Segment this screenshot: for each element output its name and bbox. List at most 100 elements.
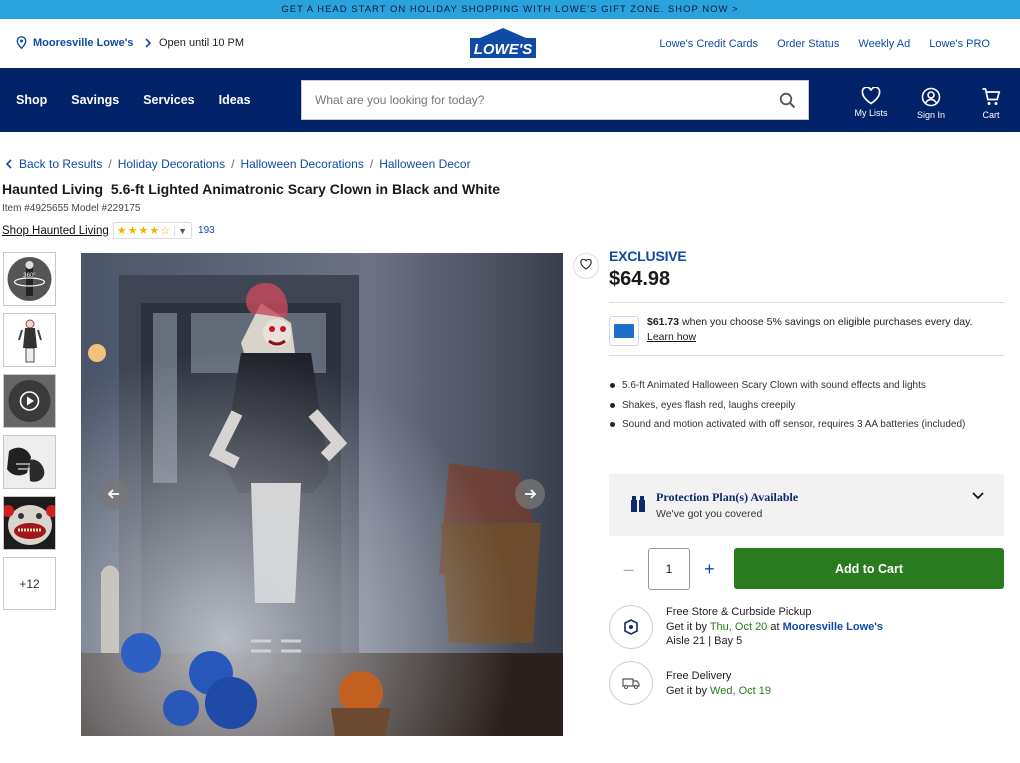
exclusive-badge: EXCLUSIVE <box>609 248 687 264</box>
add-to-list-button[interactable] <box>573 253 599 279</box>
chevron-right-icon <box>145 37 152 48</box>
product-price: $64.98 <box>609 268 671 290</box>
clown-hands-image <box>4 436 55 488</box>
main-product-image[interactable] <box>81 253 563 736</box>
delivery-title: Free Delivery <box>666 670 732 682</box>
brand-rating-row: Shop Haunted Living ★★★★☆ ▼ 193 <box>2 222 215 239</box>
view-360-icon: 360° <box>7 257 52 301</box>
pickup-aisle: Aisle 21 | Bay 5 <box>666 635 743 647</box>
increase-quantity-button[interactable]: + <box>690 559 729 580</box>
promo-banner[interactable]: GET A HEAD START ON HOLIDAY SHOPPING WIT… <box>0 0 1020 19</box>
delivery-truck-icon <box>609 661 653 705</box>
utility-bar: Mooresville Lowe's Open until 10 PM LOWE… <box>0 19 1020 68</box>
nav-ideas[interactable]: Ideas <box>219 93 251 107</box>
thumbnail-face[interactable] <box>3 496 56 550</box>
nav-menu: Shop Savings Services Ideas <box>16 93 251 107</box>
nav-savings[interactable]: Savings <box>71 93 119 107</box>
store-name: Mooresville Lowe's <box>33 36 134 49</box>
divider <box>609 355 1004 356</box>
thumbnail-video[interactable] <box>3 374 56 428</box>
thumbnail-full-view[interactable] <box>3 313 56 367</box>
cart-label: Cart <box>982 110 1000 120</box>
product-title: Haunted Living 5.6-ft Lighted Animatroni… <box>2 181 501 197</box>
more-images-button[interactable]: +12 <box>3 557 56 610</box>
savings-text: when you choose 5% savings on eligible p… <box>679 316 973 328</box>
main-nav: Shop Savings Services Ideas My Lists Sig… <box>0 68 1020 132</box>
breadcrumb-holiday-decorations[interactable]: Holiday Decorations <box>118 157 225 171</box>
store-selector[interactable]: Mooresville Lowe's <box>16 36 152 49</box>
protection-plan-icon <box>631 496 645 512</box>
search-bar <box>301 80 809 120</box>
credit-savings-offer: $61.73 when you choose 5% savings on eli… <box>609 316 1004 346</box>
order-status-link[interactable]: Order Status <box>777 38 839 50</box>
pickup-title: Free Store & Curbside Pickup <box>666 606 812 618</box>
divider <box>609 302 1004 303</box>
svg-text:360°: 360° <box>23 273 36 279</box>
protection-plan-title: Protection Plan(s) Available <box>656 490 799 504</box>
delivery-prefix: Get it by <box>666 684 711 697</box>
location-pin-icon <box>16 36 27 49</box>
search-input[interactable] <box>302 81 762 119</box>
search-icon[interactable] <box>779 92 796 109</box>
nav-shop[interactable]: Shop <box>16 93 47 107</box>
add-to-cart-button[interactable]: Add to Cart <box>734 548 1004 589</box>
protection-plan-accordion[interactable]: Protection Plan(s) Available We've got y… <box>609 474 1004 536</box>
previous-image-button[interactable] <box>99 479 129 509</box>
clown-face-image <box>4 497 55 549</box>
sign-in-label: Sign In <box>916 110 946 120</box>
thumbnail-hands[interactable] <box>3 435 56 489</box>
back-to-results-link[interactable]: Back to Results <box>19 157 102 171</box>
credit-cards-link[interactable]: Lowe's Credit Cards <box>659 38 758 50</box>
highlight-item: Shakes, eyes flash red, laughs creepily <box>609 400 1004 411</box>
nav-services[interactable]: Services <box>143 93 194 107</box>
image-thumbnails: 360° +12 <box>3 252 56 617</box>
thumbnail-360[interactable]: 360° <box>3 252 56 306</box>
heart-icon <box>861 87 881 105</box>
star-rating-icon: ★★★★☆ <box>116 225 172 237</box>
highlight-item: Sound and motion activated with off sens… <box>609 419 1004 430</box>
product-highlights: 5.6-ft Animated Halloween Scary Clown wi… <box>609 380 1004 430</box>
delivery-date: Wed, Oct 19 <box>710 684 771 697</box>
chevron-down-icon: ▼ <box>174 225 188 236</box>
quantity-stepper: – 1 + <box>609 548 729 590</box>
quantity-input[interactable]: 1 <box>648 548 690 590</box>
lowes-pro-link[interactable]: Lowe's PRO <box>929 38 990 50</box>
my-lists-label: My Lists <box>854 108 888 118</box>
weekly-ad-link[interactable]: Weekly Ad <box>858 38 910 50</box>
pickup-prefix: Get it by <box>666 620 710 633</box>
item-model-number: Item #4925655 Model #229175 <box>2 203 141 214</box>
play-video-icon <box>4 375 55 427</box>
chevron-left-icon <box>5 159 12 169</box>
rating-stars[interactable]: ★★★★☆ ▼ <box>112 222 193 239</box>
protection-plan-subtitle: We've got you covered <box>656 508 763 520</box>
credit-card-icon <box>609 316 639 346</box>
pickup-at: at <box>767 620 783 633</box>
cart-icon <box>982 88 1001 105</box>
pickup-date: Thu, Oct 20 <box>709 620 768 633</box>
learn-how-link[interactable]: Learn how <box>647 331 973 343</box>
animatronic-clown-photo <box>81 253 563 736</box>
shop-brand-link[interactable]: Shop Haunted Living <box>2 225 109 237</box>
savings-price: $61.73 <box>647 316 680 328</box>
next-image-button[interactable] <box>515 479 545 509</box>
arrow-right-icon <box>525 489 537 499</box>
breadcrumb-halloween-decorations[interactable]: Halloween Decorations <box>240 157 363 171</box>
clown-thumbnail-image <box>4 314 55 366</box>
arrow-left-icon <box>107 489 119 499</box>
buy-box: EXCLUSIVE $64.98 $61.73 when you choose … <box>609 248 1004 439</box>
cart-button[interactable]: Cart <box>961 87 1020 120</box>
decrease-quantity-button[interactable]: – <box>609 559 648 580</box>
lowes-logo[interactable]: LOWE'S <box>470 27 536 59</box>
heart-outline-icon <box>580 258 592 270</box>
review-count[interactable]: 193 <box>198 225 215 236</box>
pickup-store-link[interactable]: Mooresville Lowe's <box>783 621 883 633</box>
sign-in-button[interactable]: Sign In <box>901 87 961 120</box>
chevron-down-icon <box>972 492 984 500</box>
store-pickup-icon <box>609 605 653 649</box>
highlight-item: 5.6-ft Animated Halloween Scary Clown wi… <box>609 380 1004 391</box>
breadcrumb-halloween-decor[interactable]: Halloween Decor <box>379 157 470 171</box>
store-hours: Open until 10 PM <box>159 37 244 49</box>
user-icon <box>921 87 941 107</box>
nav-icons: My Lists Sign In Cart <box>841 87 1020 120</box>
my-lists-button[interactable]: My Lists <box>841 87 901 120</box>
